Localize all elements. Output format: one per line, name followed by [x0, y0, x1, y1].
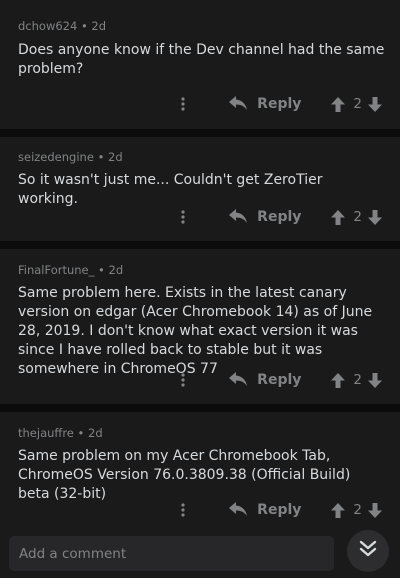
reply-button[interactable]: Reply	[229, 95, 301, 114]
vote-score: 2	[353, 96, 362, 112]
comment-card: thejauffre • 2d Same problem on my Acer …	[0, 412, 400, 532]
downvote-arrow-icon[interactable]	[368, 502, 382, 518]
upvote-arrow-icon[interactable]	[331, 96, 346, 112]
reply-label: Reply	[257, 96, 302, 112]
meta-separator: •	[97, 150, 105, 164]
downvote-arrow-icon[interactable]	[368, 209, 382, 225]
vote-controls: 2	[331, 96, 382, 112]
comment-author[interactable]: seizedengine	[18, 150, 94, 164]
vote-score: 2	[353, 209, 362, 225]
comment-author[interactable]: dchow624	[18, 19, 77, 33]
comment-meta: FinalFortune_ • 2d	[18, 263, 123, 277]
comment-body: Same problem on my Acer Chromebook Tab, …	[18, 448, 351, 502]
reply-button[interactable]: Reply	[229, 208, 301, 227]
comment-composer	[0, 525, 400, 578]
comment-meta: dchow624 • 2d	[18, 19, 106, 33]
more-vertical-icon[interactable]	[173, 500, 193, 520]
meta-separator: •	[98, 263, 105, 277]
comment-card: seizedengine • 2d So it wasn't just me..…	[0, 137, 400, 241]
meta-separator: •	[80, 19, 88, 33]
reply-arrow-icon	[229, 208, 248, 227]
reply-button[interactable]: Reply	[229, 371, 301, 390]
upvote-arrow-icon[interactable]	[331, 209, 346, 225]
meta-separator: •	[77, 426, 85, 440]
downvote-arrow-icon[interactable]	[368, 96, 382, 112]
reply-label: Reply	[257, 502, 302, 518]
comment-age: 2d	[108, 263, 124, 277]
reply-arrow-icon	[229, 371, 248, 390]
add-comment-input[interactable]	[9, 536, 334, 571]
comment-actions: Reply 2	[173, 368, 382, 392]
upvote-arrow-icon[interactable]	[331, 502, 346, 518]
vote-controls: 2	[331, 209, 382, 225]
reply-arrow-icon	[229, 501, 248, 520]
comment-body: Does anyone know if the Dev channel had …	[18, 42, 385, 77]
comment-author[interactable]: FinalFortune_	[18, 263, 94, 277]
comment-author[interactable]: thejauffre	[18, 426, 74, 440]
comment-actions: Reply 2	[173, 498, 382, 522]
more-vertical-icon[interactable]	[173, 207, 193, 227]
reply-button[interactable]: Reply	[229, 501, 301, 520]
reply-arrow-icon	[229, 95, 248, 114]
comment-meta: thejauffre • 2d	[18, 426, 103, 440]
comment-age: 2d	[91, 19, 107, 33]
vote-score: 2	[353, 372, 362, 388]
vote-controls: 2	[331, 372, 382, 388]
comment-age: 2d	[108, 150, 123, 164]
more-vertical-icon[interactable]	[173, 370, 193, 390]
reply-label: Reply	[257, 372, 302, 388]
comment-age: 2d	[88, 426, 103, 440]
double-chevron-down-icon	[359, 540, 377, 562]
comment-body: So it wasn't just me... Couldn't get Zer…	[18, 172, 323, 207]
comment-actions: Reply 2	[173, 205, 382, 229]
comment-card: dchow624 • 2d Does anyone know if the De…	[0, 0, 400, 129]
comment-actions: Reply 2	[173, 92, 382, 116]
vote-score: 2	[353, 502, 362, 518]
jump-to-next-button[interactable]	[347, 530, 389, 572]
vote-controls: 2	[331, 502, 382, 518]
upvote-arrow-icon[interactable]	[331, 372, 346, 388]
downvote-arrow-icon[interactable]	[368, 372, 382, 388]
more-vertical-icon[interactable]	[173, 94, 193, 114]
comment-card: FinalFortune_ • 2d Same problem here. Ex…	[0, 249, 400, 404]
comment-meta: seizedengine • 2d	[18, 150, 123, 164]
comment-body: Same problem here. Exists in the latest …	[18, 285, 373, 377]
reply-label: Reply	[257, 209, 302, 225]
